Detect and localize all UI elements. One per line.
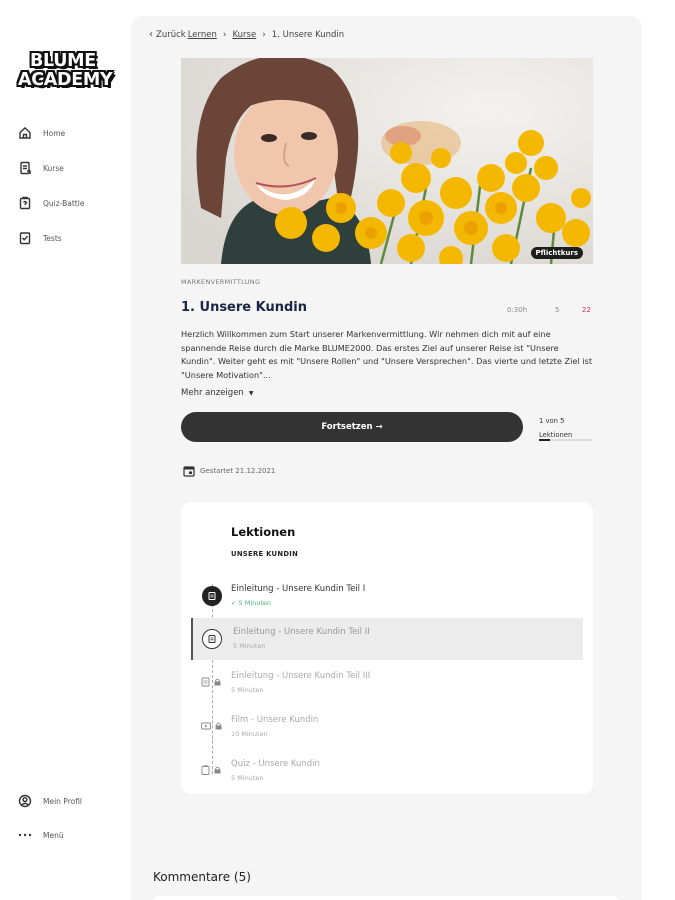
lesson-progress-bar [539,439,592,441]
course-category: MARKENVERMITTLUNG [181,278,261,286]
sidebar-item-menu[interactable]: Menü [18,827,64,843]
lesson-locked-indicator [201,677,221,687]
lesson-item[interactable]: Quiz - Unsere Kundin 5 Minuten [191,750,583,792]
course-title: 1. Unsere Kundin [181,300,308,315]
blume-academy-logo[interactable]: BLUME ACADEMY [18,52,124,94]
sidebar-item-home[interactable]: Home [18,125,65,141]
back-chevron-icon[interactable]: ‹ [149,29,153,40]
lesson-item[interactable]: Einleitung - Unsere Kundin Teil I ✓ 5 Mi… [191,575,583,617]
sidebar-item-quiz-battle[interactable]: Quiz-Battle [18,195,84,211]
comments-section: Kommentare (5) [131,846,642,900]
document-icon [201,677,210,687]
course-hero-image: Pflichtkurs [181,58,593,264]
breadcrumb-link-lernen[interactable]: Lernen [188,30,217,40]
lock-icon [214,678,221,686]
lesson-title: Einleitung - Unsere Kundin Teil III [231,671,371,681]
sidebar-item-profile[interactable]: Mein Profil [18,793,82,809]
sidebar-item-tests[interactable]: Tests [18,230,62,246]
comments-box [153,896,619,900]
lessons-heading: Lektionen [231,525,296,539]
course-duration: 0:30h [507,306,528,314]
lesson-duration: 5 Minuten [231,686,264,694]
lesson-locked-indicator [201,765,221,775]
lesson-duration: ✓ 5 Minuten [231,599,272,607]
quiz-icon [201,765,210,775]
lesson-duration: 5 Minuten [231,774,264,782]
main-content: ‹ Zurück Lernen › Kurse › 1. Unsere Kund… [131,16,642,900]
lesson-title: Film - Unsere Kundin [231,715,319,725]
breadcrumb-current: 1. Unsere Kundin [271,29,345,40]
lock-icon [214,766,221,774]
chevron-right-icon: › [262,29,266,40]
lesson-duration: 5 Minuten [233,642,266,650]
video-icon [201,722,211,730]
lesson-locked-indicator [201,721,222,731]
continue-button[interactable]: Fortsetzen → [181,412,523,442]
lessons-card: Lektionen UNSERE KUNDIN Einleitung - Uns… [181,502,593,794]
lesson-title: Einleitung - Unsere Kundin Teil II [233,627,370,637]
lesson-item[interactable]: Einleitung - Unsere Kundin Teil III 5 Mi… [191,662,583,704]
lesson-progress-fill [539,439,550,441]
caret-down-icon: ▼ [248,389,254,397]
course-description: Herzlich Willkommen zum Start unserer Ma… [181,329,593,380]
courses-icon [20,161,31,175]
mandatory-course-badge: Pflichtkurs [530,247,583,259]
lock-icon [215,722,222,730]
show-more-button[interactable]: Mehr anzeigen ▼ [181,388,253,398]
comments-heading: Kommentare (5) [153,870,251,884]
woman-with-flowers-photo [181,58,593,264]
chevron-right-icon: › [222,29,227,40]
lesson-current-icon [202,629,222,649]
lessons-section-title: UNSERE KUNDIN [231,550,299,558]
tests-icon [19,232,31,245]
started-date: Gestartet 21.12.2021 [183,465,275,477]
sidebar: BLUME ACADEMY Home Kurse Quiz-Battle Tes… [0,0,131,900]
breadcrumb-link-kurse[interactable]: Kurse [232,30,256,40]
course-points: 22 [582,306,591,314]
more-dots-icon [18,833,32,837]
calendar-icon [183,466,195,477]
sidebar-item-kurse[interactable]: Kurse [18,160,64,176]
lesson-item[interactable]: Film - Unsere Kundin 10 Minuten [191,706,583,748]
lesson-duration: 10 Minuten [231,730,268,738]
lesson-progress-text: 1 von 5 Lektionen [539,417,573,439]
lesson-item[interactable]: Einleitung - Unsere Kundin Teil II 5 Min… [191,618,583,660]
profile-icon [18,794,32,808]
lesson-title: Quiz - Unsere Kundin [231,759,320,769]
home-icon [19,127,31,139]
lesson-title: Einleitung - Unsere Kundin Teil I [231,584,366,594]
breadcrumb: ‹ Zurück Lernen › Kurse › 1. Unsere Kund… [149,29,345,40]
lesson-done-icon [202,586,222,606]
course-lessons-count: 5 [555,306,560,314]
quiz-battle-icon [19,196,31,210]
